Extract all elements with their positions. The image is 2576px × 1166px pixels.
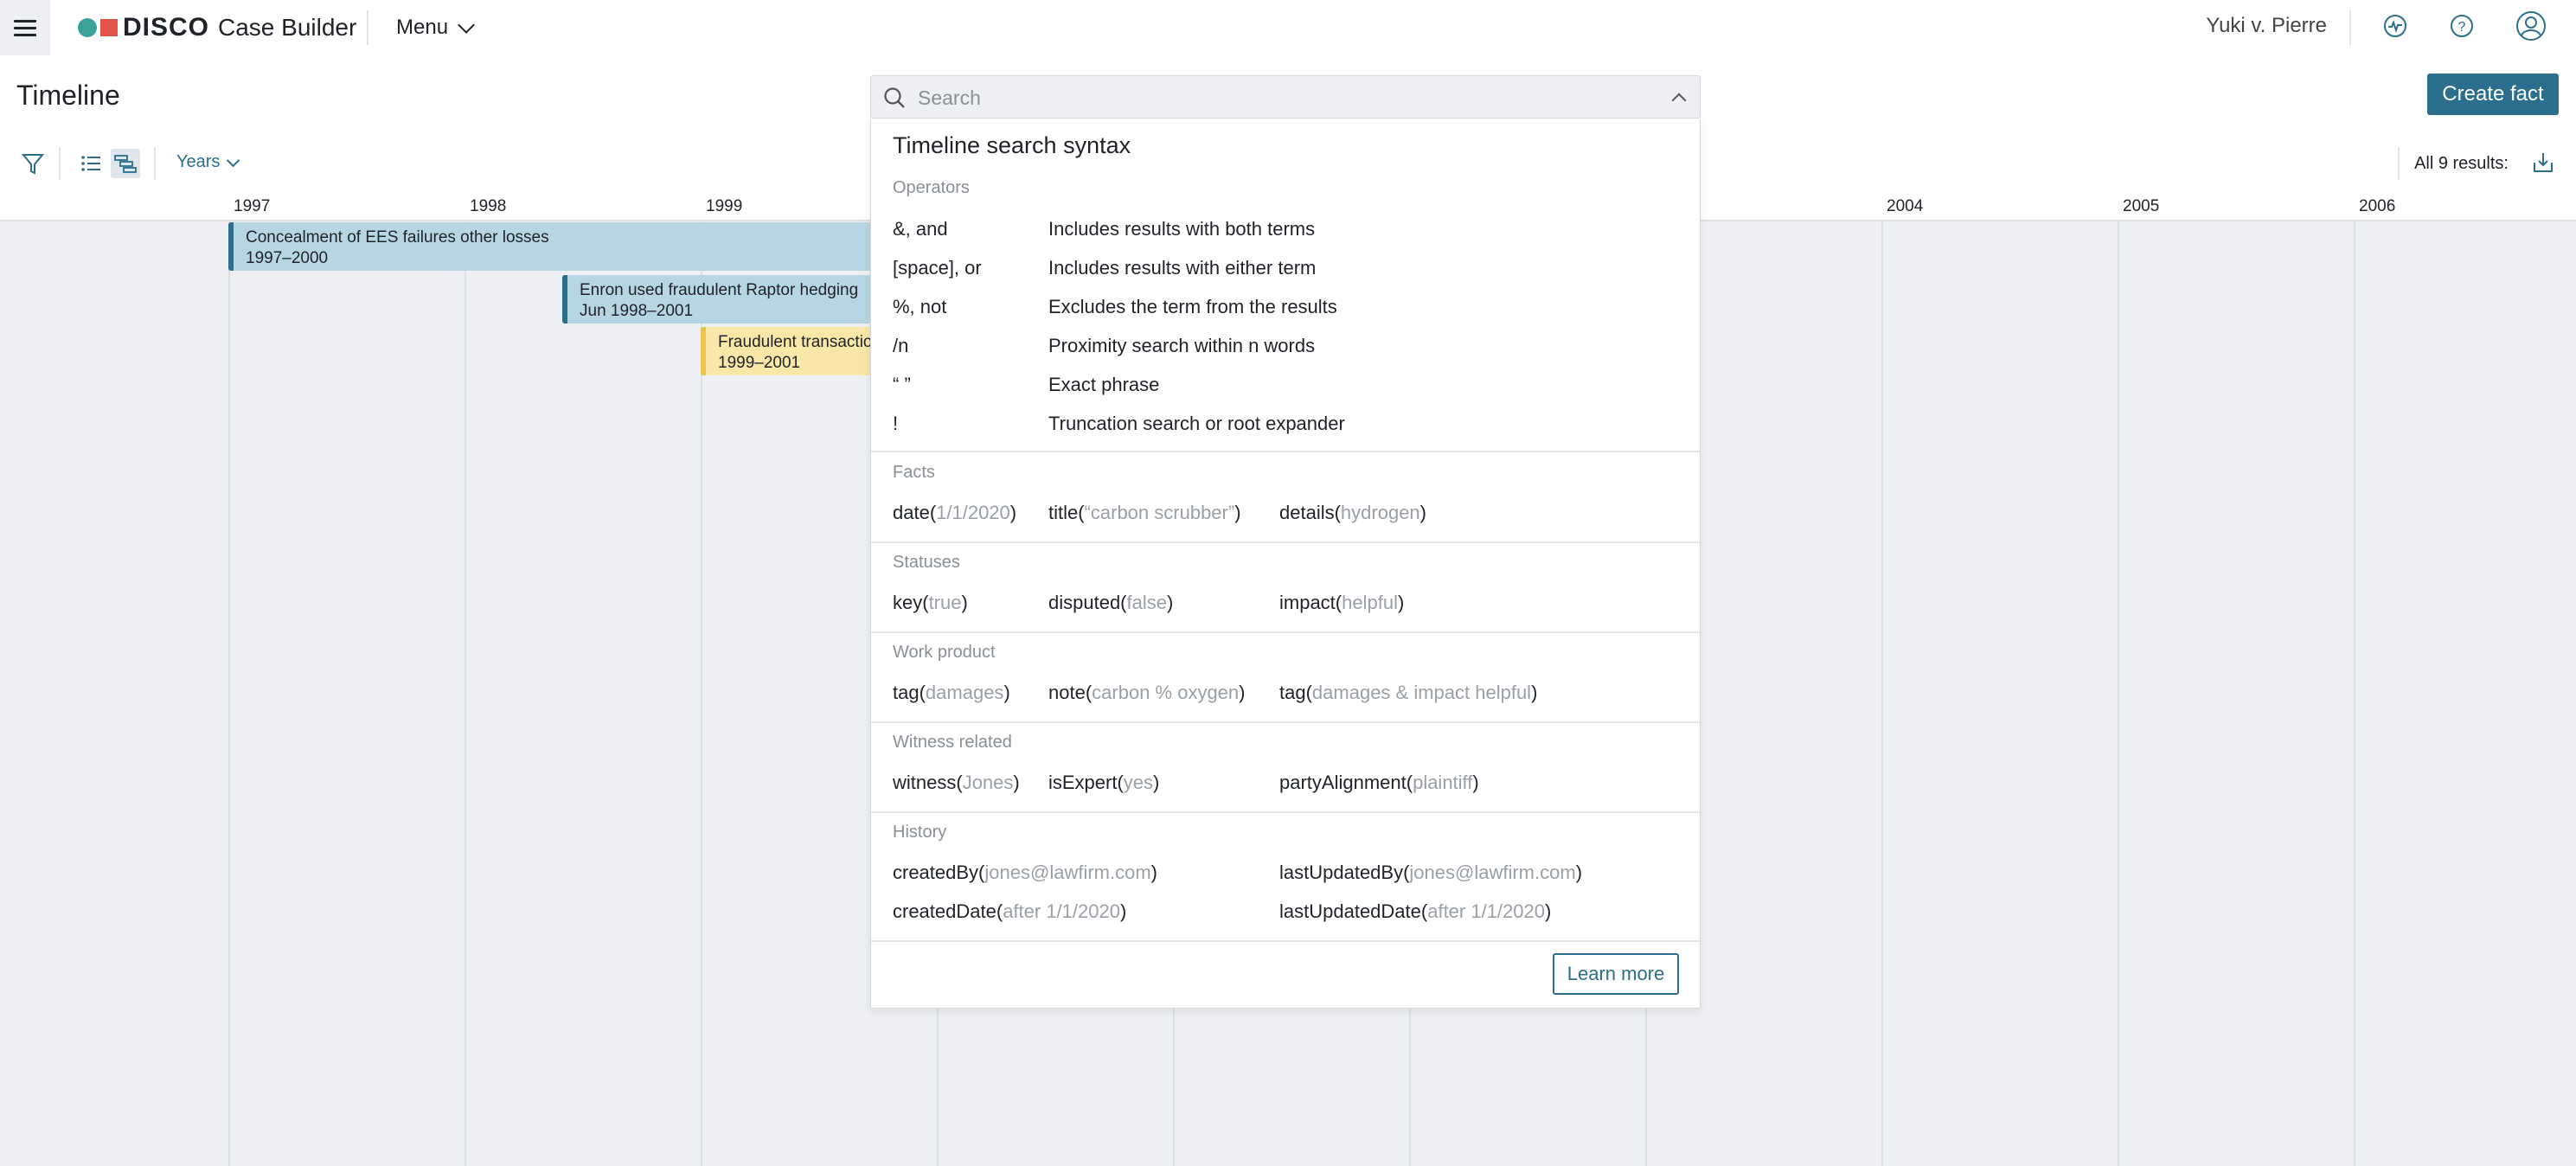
event-date-range: Jun 1998–2001 xyxy=(580,302,694,320)
syntax-example[interactable]: title(“carbon scrubber”) xyxy=(1048,502,1241,524)
section-label-work-product: Work product xyxy=(893,643,996,662)
product-name: Case Builder xyxy=(218,14,357,41)
year-tick-label: 1997 xyxy=(234,197,271,215)
top-bar: DISCO Case Builder Menu Yuki v. Pierre ? xyxy=(0,0,2576,59)
event-date-range: 1997–2000 xyxy=(246,249,329,267)
syntax-example[interactable]: disputed(false) xyxy=(1048,592,1173,614)
chevron-up-icon[interactable] xyxy=(1671,93,1687,108)
year-tick-label: 2006 xyxy=(2359,197,2396,215)
year-gridline xyxy=(2118,192,2119,1166)
section-label-statuses: Statuses xyxy=(893,553,960,572)
operator-description: Truncation search or root expander xyxy=(1048,413,1345,434)
search-input[interactable] xyxy=(916,76,1663,119)
operator-description: Excludes the term from the results xyxy=(1048,296,1337,317)
list-view-icon[interactable] xyxy=(76,149,106,178)
year-gridline xyxy=(1881,192,1883,1166)
operator-symbol: ! xyxy=(893,413,899,434)
main-menu-button[interactable]: Menu xyxy=(396,12,475,43)
year-gridline xyxy=(465,192,466,1166)
year-gridline xyxy=(2354,192,2355,1166)
section-label-operators: Operators xyxy=(893,178,970,197)
logo-dot xyxy=(78,18,97,37)
divider xyxy=(367,10,368,45)
event-date-range: 1999–2001 xyxy=(718,354,801,372)
syntax-example[interactable]: lastUpdatedDate(after 1/1/2020) xyxy=(1279,900,1551,923)
activity-icon[interactable] xyxy=(2382,13,2408,39)
menu-icon[interactable] xyxy=(0,0,50,55)
logo-square xyxy=(100,19,118,36)
divider xyxy=(59,147,61,180)
year-tick-label: 1999 xyxy=(706,197,743,215)
filter-icon[interactable] xyxy=(18,149,48,178)
syntax-example[interactable]: tag(damages & impact helpful) xyxy=(1279,682,1537,704)
operator-description: Includes results with either term xyxy=(1048,257,1317,279)
brand-name: DISCO xyxy=(123,13,210,42)
operator-description: Exact phrase xyxy=(1048,374,1160,395)
year-tick-label: 1998 xyxy=(470,197,507,215)
year-tick-label: 2005 xyxy=(2123,197,2160,215)
results-count: All 9 results: xyxy=(2414,154,2509,173)
user-icon[interactable] xyxy=(2515,10,2547,42)
syntax-example[interactable]: createdBy(jones@lawfirm.com) xyxy=(893,862,1157,884)
section-label-history: History xyxy=(893,823,947,842)
year-gridline xyxy=(228,192,230,1166)
operator-description: Includes results with both terms xyxy=(1048,218,1316,240)
export-icon[interactable] xyxy=(2529,149,2557,176)
page-title: Timeline xyxy=(16,80,120,111)
syntax-example[interactable]: witness(Jones) xyxy=(893,772,1020,794)
operator-symbol: %, not xyxy=(893,296,947,317)
operator-description: Proximity search within n words xyxy=(1048,335,1316,356)
operator-symbol: &, and xyxy=(893,218,948,240)
operator-symbol: /n xyxy=(893,335,909,356)
event-title: Fraudulent transactions xyxy=(718,333,886,351)
section-divider xyxy=(871,721,1700,723)
search-box[interactable] xyxy=(870,75,1701,119)
syntax-example[interactable]: impact(helpful) xyxy=(1279,592,1404,614)
syntax-example[interactable]: tag(damages) xyxy=(893,682,1010,704)
timeline-event[interactable]: Fraudulent transactions 1999–2001 xyxy=(701,327,886,375)
operator-symbol: “ ” xyxy=(893,374,911,395)
section-divider xyxy=(871,940,1700,942)
syntax-example[interactable]: key(true) xyxy=(893,592,968,614)
section-label-witness: Witness related xyxy=(893,733,1012,752)
timeline-view-icon[interactable] xyxy=(111,149,140,178)
section-divider xyxy=(871,631,1700,633)
divider xyxy=(2349,10,2351,45)
syntax-example[interactable]: note(carbon % oxygen) xyxy=(1048,682,1245,704)
event-title: Concealment of EES failures other losses xyxy=(246,228,549,247)
timeline-event[interactable]: Concealment of EES failures other losses… xyxy=(228,222,886,271)
chevron-down-icon xyxy=(227,153,240,167)
zoom-select[interactable]: Years xyxy=(176,152,240,172)
year-tick-label: 2004 xyxy=(1887,197,1924,215)
app-logo[interactable]: DISCO Case Builder xyxy=(78,13,357,42)
section-label-facts: Facts xyxy=(893,463,935,482)
event-title: Enron used fraudulent Raptor hedging xyxy=(580,281,859,299)
syntax-example[interactable]: partyAlignment(plaintiff) xyxy=(1279,772,1479,794)
syntax-example[interactable]: lastUpdatedBy(jones@lawfirm.com) xyxy=(1279,862,1582,884)
search-syntax-panel: Timeline search syntax Operators &, and … xyxy=(870,119,1701,1009)
section-divider xyxy=(871,811,1700,813)
chevron-down-icon xyxy=(458,16,475,34)
syntax-title: Timeline search syntax xyxy=(893,132,1131,158)
syntax-example[interactable]: isExpert(yes) xyxy=(1048,772,1159,794)
learn-more-button[interactable]: Learn more xyxy=(1553,953,1679,995)
section-divider xyxy=(871,541,1700,543)
timeline-event[interactable]: Enron used fraudulent Raptor hedging Jun… xyxy=(562,275,886,324)
zoom-select-label: Years xyxy=(176,152,221,171)
syntax-example[interactable]: createdDate(after 1/1/2020) xyxy=(893,900,1126,923)
search-icon xyxy=(884,87,905,108)
syntax-example[interactable]: details(hydrogen) xyxy=(1279,502,1426,524)
svg-text:?: ? xyxy=(2458,20,2466,35)
create-fact-button[interactable]: Create fact xyxy=(2427,74,2559,115)
main-menu-label: Menu xyxy=(396,16,449,39)
divider xyxy=(2398,147,2400,180)
section-divider xyxy=(871,451,1700,452)
divider xyxy=(154,147,156,180)
user-name[interactable]: Yuki v. Pierre xyxy=(2206,14,2327,38)
syntax-example[interactable]: date(1/1/2020) xyxy=(893,502,1016,524)
operator-symbol: [space], or xyxy=(893,257,982,279)
help-icon[interactable]: ? xyxy=(2449,13,2475,39)
